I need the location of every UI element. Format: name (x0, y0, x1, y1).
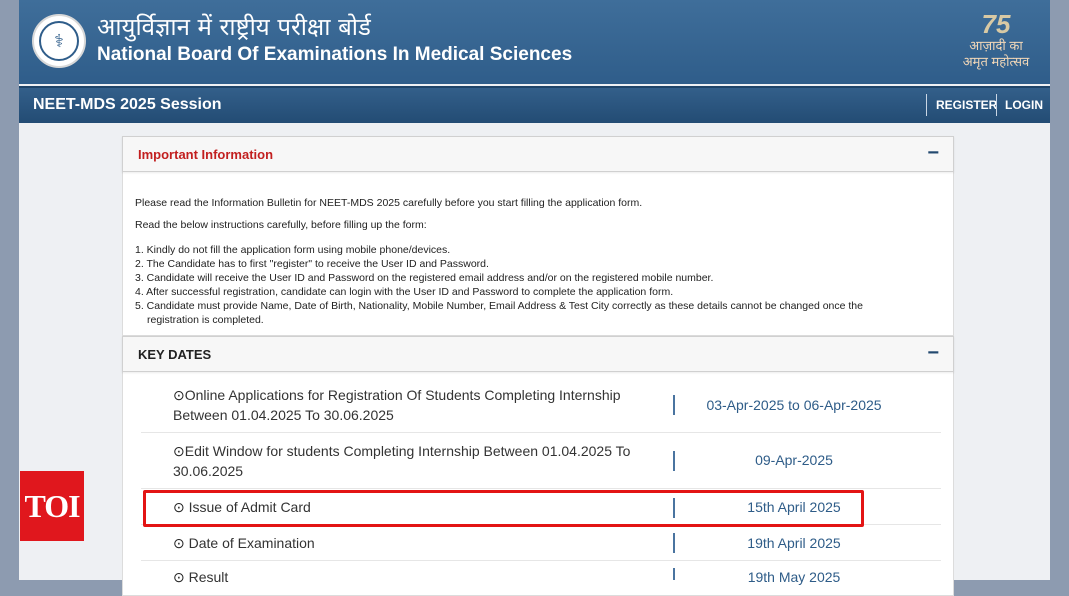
login-link[interactable]: LOGIN (1005, 98, 1043, 112)
key-date-value: 09-Apr-2025 (755, 452, 833, 468)
row-separator (141, 432, 941, 433)
row-divider (673, 533, 675, 553)
row-divider (673, 451, 675, 471)
key-date-value: 03-Apr-2025 to 06-Apr-2025 (706, 397, 882, 413)
row-separator (141, 488, 941, 489)
instruction-item: 3. Candidate will receive the User ID an… (135, 272, 714, 284)
radio-dot-icon: ⊙ (173, 569, 185, 585)
site-header: ⚕ आयुर्विज्ञान में राष्ट्रीय परीक्षा बोर… (19, 0, 1050, 84)
session-bar: NEET-MDS 2025 Session REGISTER LOGIN (19, 86, 1050, 123)
nav-divider (996, 94, 997, 116)
azadi-ka-amrit-mahotsav-logo: 75 आज़ादी का अमृत महोत्सव (962, 9, 1030, 69)
important-info-header[interactable]: Important Information − (122, 136, 954, 172)
instruction-item: 4. After successful registration, candid… (135, 286, 674, 298)
toi-watermark-logo: TOI (20, 471, 84, 541)
row-divider (673, 395, 675, 415)
key-date-row-label: ⊙Online Applications for Registration Of… (173, 387, 621, 423)
info-intro-1: Please read the Information Bulletin for… (135, 197, 643, 209)
instruction-item: 5. Candidate must provide Name, Date of … (135, 300, 863, 312)
row-separator (141, 560, 941, 561)
nav-divider (926, 94, 927, 116)
collapse-icon[interactable]: − (927, 342, 939, 365)
register-link[interactable]: REGISTER (936, 98, 997, 112)
collapse-icon[interactable]: − (927, 142, 939, 165)
key-dates-title: KEY DATES (138, 347, 212, 362)
site-title-hindi: आयुर्विज्ञान में राष्ट्रीय परीक्षा बोर्ड (97, 13, 371, 41)
key-date-value: 19th April 2025 (747, 535, 841, 551)
radio-dot-icon: ⊙ (173, 535, 185, 551)
site-title-english: National Board Of Examinations In Medica… (97, 44, 573, 65)
instruction-item: 1. Kindly do not fill the application fo… (135, 244, 451, 256)
info-intro-2: Read the below instructions carefully, b… (135, 219, 427, 231)
instruction-item: registration is completed. (147, 314, 264, 326)
admit-card-highlight-box (143, 490, 864, 527)
key-date-row-label: ⊙ Result (173, 569, 229, 585)
important-info-title: Important Information (138, 147, 274, 162)
session-title: NEET-MDS 2025 Session (33, 96, 222, 113)
key-date-row-label: ⊙ Date of Examination (173, 535, 315, 551)
page-frame: ⚕ आयुर्विज्ञान में राष्ट्रीय परीक्षा बोर… (19, 0, 1050, 596)
key-dates-header[interactable]: KEY DATES − (122, 336, 954, 372)
nbems-emblem-icon[interactable]: ⚕ (32, 14, 86, 68)
instruction-item: 2. The Candidate has to first "register"… (135, 258, 489, 270)
radio-dot-icon: ⊙ (173, 443, 185, 459)
key-date-row-label: ⊙Edit Window for students Completing Int… (173, 443, 631, 479)
key-date-value: 19th May 2025 (747, 569, 841, 585)
radio-dot-icon: ⊙ (173, 387, 185, 403)
row-divider (673, 568, 675, 580)
